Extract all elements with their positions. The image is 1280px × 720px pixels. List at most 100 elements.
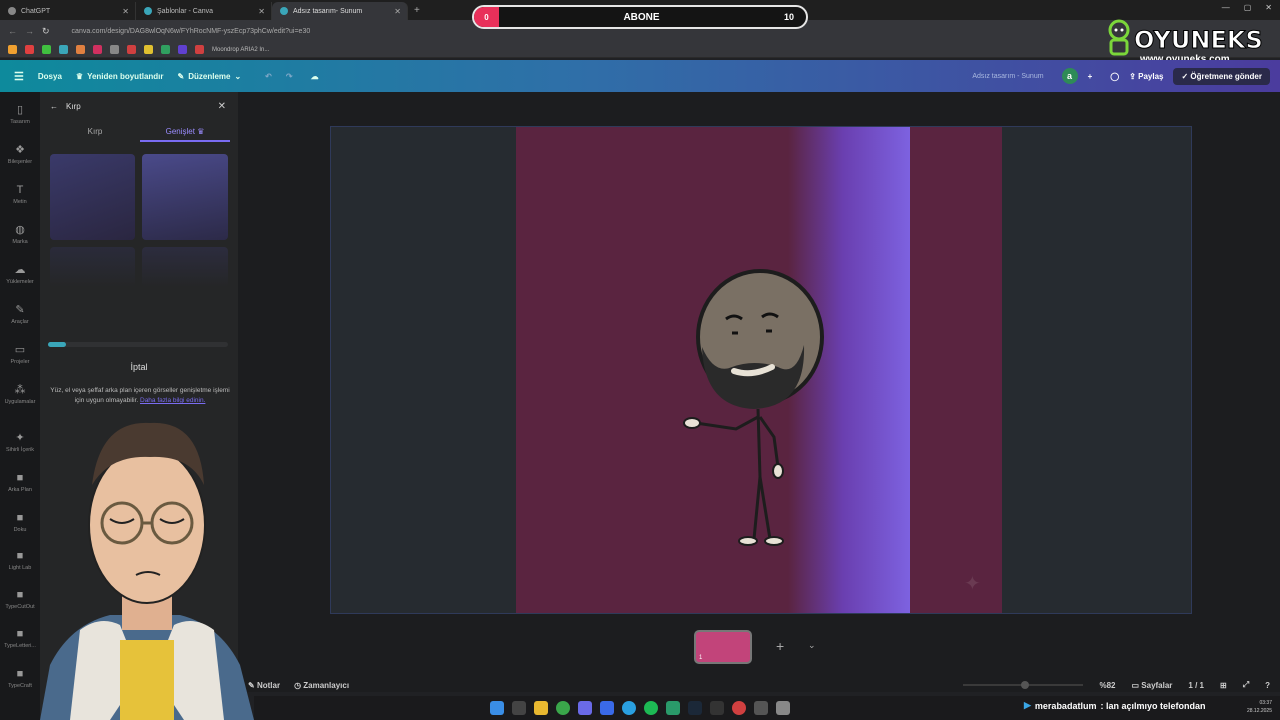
rail-item-brand[interactable]: ◍ Marka [0, 224, 40, 245]
discord-icon[interactable] [578, 701, 592, 715]
taskbar-apps [490, 701, 790, 715]
url-field[interactable]: canva.com/design/DAG8wlOqN6w/FYhRocNMF-y… [72, 28, 311, 35]
chevron-down-icon[interactable]: ⌄ [808, 640, 816, 651]
rail-item-magic[interactable]: ✦ Sihirli İçerik [0, 432, 40, 453]
subscribe-goal-overlay: 0 ABONE 10 [472, 5, 808, 29]
menu-icon[interactable]: ☰ [14, 70, 24, 83]
rail-item-typecraft[interactable]: ■ TypeCraft [0, 668, 40, 689]
tab-design[interactable]: Adsız tasarım- Sunum ✕ [272, 2, 408, 20]
close-icon[interactable]: ✕ [218, 101, 226, 112]
back-arrow-icon[interactable]: ← [50, 102, 58, 111]
cancel-button[interactable]: İptal [50, 362, 228, 372]
app-icon[interactable] [754, 701, 768, 715]
chrome-icon[interactable] [556, 701, 570, 715]
bookmark-icon[interactable] [59, 45, 68, 54]
share-button[interactable]: ⇪ Paylaş [1129, 72, 1163, 81]
rail-item-background[interactable]: ■ Arka Plan [0, 472, 40, 493]
app-icon[interactable] [666, 701, 680, 715]
timer-button[interactable]: ◷ Zamanlayıcı [294, 681, 349, 690]
rail-item-elements[interactable]: ❖ Bileşenler [0, 144, 40, 165]
bookmark-icon[interactable] [161, 45, 170, 54]
rail-item-uploads[interactable]: ☁ Yüklemeler [0, 264, 40, 285]
minimize-icon[interactable]: — [1222, 3, 1230, 12]
bookmark-label[interactable]: Moondrop ARIA2 In... [212, 47, 269, 53]
bookmark-icon[interactable] [195, 45, 204, 54]
goal-end-value: 10 [784, 12, 795, 22]
zoom-level[interactable]: %82 [1099, 681, 1115, 690]
app-icon[interactable] [732, 701, 746, 715]
bookmark-icon[interactable] [127, 45, 136, 54]
screen: ChatGPT ✕ Şablonlar - Canva ✕ Adsız tasa… [0, 0, 1280, 720]
steam-icon[interactable] [688, 701, 702, 715]
spotify-icon[interactable] [644, 701, 658, 715]
rail-label: TypeCraft [8, 683, 32, 689]
resize-button[interactable]: ♛ Yeniden boyutlandır [76, 72, 164, 81]
edit-menu[interactable]: ✎ Düzenleme ⌄ [178, 72, 242, 81]
close-icon[interactable]: ✕ [122, 7, 129, 16]
undo-icon[interactable]: ↶ [265, 72, 272, 81]
learn-more-link[interactable]: Daha fazla bilgi edinin. [140, 397, 205, 404]
bookmark-icon[interactable] [76, 45, 85, 54]
redo-icon[interactable]: ↷ [286, 72, 293, 81]
expand-result-thumbnail[interactable] [50, 247, 135, 287]
document-title[interactable]: Adsız tasarım - Sunum [972, 73, 1043, 80]
apps-icon[interactable] [8, 45, 17, 54]
bookmark-icon[interactable] [110, 45, 119, 54]
close-icon[interactable]: ✕ [258, 7, 265, 16]
tab-templates[interactable]: Şablonlar - Canva ✕ [136, 2, 272, 20]
forward-icon[interactable]: → [25, 26, 34, 36]
zoom-slider[interactable] [963, 681, 1084, 689]
folder-icon[interactable] [144, 45, 153, 54]
file-menu[interactable]: Dosya [38, 72, 62, 81]
rail-item-projects[interactable]: ▭ Projeler [0, 344, 40, 365]
send-to-teacher-button[interactable]: ✓ Öğretmene gönder [1173, 67, 1270, 85]
system-clock[interactable]: 03:37 28.12.2025 [1247, 699, 1272, 715]
page-thumbnail[interactable]: 1 [694, 630, 752, 664]
rail-item-text[interactable]: T Metin [0, 184, 40, 205]
expand-result-thumbnail[interactable] [142, 247, 228, 287]
rail-item-typecutout[interactable]: ■ TypeCutOut [0, 589, 40, 610]
help-icon[interactable]: ? [1265, 681, 1270, 690]
telegram-icon[interactable] [622, 701, 636, 715]
tab-expand[interactable]: Genişlet ♛ [140, 122, 230, 142]
bookmark-icon[interactable] [178, 45, 187, 54]
expand-result-thumbnail[interactable] [142, 154, 228, 240]
app-icon[interactable] [776, 701, 790, 715]
fullscreen-icon[interactable]: ⤢ [1243, 680, 1249, 690]
bookmark-icon[interactable] [93, 45, 102, 54]
pages-button[interactable]: ▭ Sayfalar [1132, 681, 1173, 690]
zoom-slider-knob[interactable] [1021, 681, 1030, 689]
obs-icon[interactable] [710, 701, 724, 715]
rail-item-apps[interactable]: ⁂ Uygulamalar [0, 384, 40, 405]
close-window-icon[interactable]: ✕ [1265, 3, 1272, 12]
rail-item-tools[interactable]: ✎ Araçlar [0, 304, 40, 325]
maximize-icon[interactable]: ▢ [1244, 3, 1252, 12]
avatar[interactable]: a [1061, 68, 1078, 84]
rail-item-light-lab[interactable]: ■ Light Lab [0, 550, 40, 571]
new-tab-button[interactable]: + [414, 5, 420, 16]
add-collaborator-icon[interactable]: + [1088, 72, 1093, 81]
slide[interactable]: ✦ [516, 127, 1002, 613]
file-explorer-icon[interactable] [534, 701, 548, 715]
add-page-button[interactable]: + [776, 638, 784, 654]
grid-view-icon[interactable]: ⊞ [1220, 681, 1227, 690]
timer-label: Zamanlayıcı [303, 680, 350, 690]
bookmark-icon[interactable] [42, 45, 51, 54]
windows-start-icon[interactable] [490, 701, 504, 715]
rail-item-design[interactable]: ▯ Tasarım [0, 104, 40, 125]
search-icon[interactable] [512, 701, 526, 715]
expand-result-thumbnail[interactable] [50, 154, 135, 240]
tab-crop[interactable]: Kırp [50, 122, 140, 142]
back-icon[interactable]: ← [8, 26, 17, 36]
app-icon[interactable] [600, 701, 614, 715]
cloud-save-icon[interactable]: ☁ [311, 72, 319, 81]
reload-icon[interactable]: ↻ [42, 26, 50, 37]
bearded-stick-figure[interactable] [674, 267, 834, 557]
notes-button[interactable]: ✎ Notlar [248, 681, 280, 690]
comment-icon[interactable]: ◯ [1110, 72, 1119, 81]
rail-item-texture[interactable]: ■ Doku [0, 512, 40, 533]
tab-chatgpt[interactable]: ChatGPT ✕ [0, 2, 136, 20]
bookmark-icon[interactable] [25, 45, 34, 54]
close-icon[interactable]: ✕ [394, 7, 401, 16]
rail-item-typelettering[interactable]: ■ TypeLetteri... [0, 628, 40, 649]
